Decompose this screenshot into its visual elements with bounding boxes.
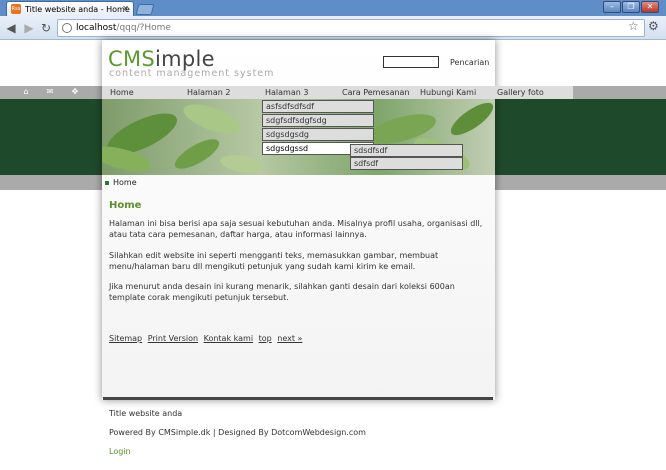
browser-toolbar: ◀ ▶ ↻ localhost/qqq/?Home bbox=[0, 16, 666, 40]
menu-item-halaman-2[interactable]: Halaman 2 bbox=[187, 88, 230, 97]
minimize-button[interactable]: – bbox=[603, 1, 621, 13]
window-close-button[interactable]: ✕ bbox=[641, 1, 659, 13]
submenu-item[interactable]: sdgsdgsdg bbox=[262, 128, 374, 141]
address-bar[interactable]: localhost/qqq/?Home bbox=[57, 19, 645, 37]
bookmark-star-icon[interactable]: ☆ bbox=[628, 19, 639, 33]
wrench-icon[interactable]: ⚙ bbox=[648, 19, 659, 33]
submenu-level2-item[interactable]: sdsdfsdf bbox=[350, 144, 463, 157]
content-paragraph: Silahkan edit website ini seperti mengga… bbox=[109, 251, 439, 271]
page-title: Home bbox=[109, 200, 142, 211]
home-icon[interactable]: ⌂ bbox=[21, 87, 31, 97]
mail-icon[interactable]: ✉ bbox=[45, 87, 55, 97]
menu-item-cara-pemesanan[interactable]: Cara Pemesanan bbox=[342, 88, 410, 97]
sitemap-link[interactable]: Sitemap bbox=[109, 334, 142, 343]
submenu-item[interactable]: sdgfsdfsdgfsdg bbox=[262, 114, 374, 127]
breadcrumb-arrow-icon bbox=[104, 180, 110, 186]
print-version-link[interactable]: Print Version bbox=[148, 334, 198, 343]
content-paragraph: Jika menurut anda desain ini kurang mena… bbox=[109, 282, 455, 302]
globe-icon bbox=[62, 23, 72, 33]
top-link[interactable]: top bbox=[259, 334, 272, 343]
close-icon[interactable]: ✕ bbox=[122, 4, 129, 13]
footer-credits: Powered By CMSimple.dk | Designed By Dot… bbox=[109, 428, 366, 437]
content-paragraph: Halaman ini bisa berisi apa saja sesuai … bbox=[109, 219, 483, 239]
search-button[interactable]: Pencarian bbox=[450, 58, 489, 67]
sitemap-icon[interactable]: ✥ bbox=[70, 87, 80, 97]
rss-icon: Rss bbox=[11, 4, 21, 14]
browser-tab-home[interactable]: Rss Title website anda - Home ✕ bbox=[6, 1, 134, 16]
next-link[interactable]: next » bbox=[277, 334, 302, 343]
menu-item-gallery-foto[interactable]: Gallery foto bbox=[497, 88, 544, 97]
new-tab-button[interactable] bbox=[135, 4, 155, 15]
container-bottom-bar bbox=[103, 397, 493, 400]
site-tagline: content management system bbox=[109, 68, 275, 79]
breadcrumb: Home bbox=[113, 178, 137, 187]
kontak-kami-link[interactable]: Kontak kami bbox=[204, 334, 253, 343]
submenu-item[interactable]: asfsdfsdfsdf bbox=[262, 100, 374, 113]
page-footer-links: Sitemap Print Version Kontak kami top ne… bbox=[109, 334, 305, 343]
menu-item-hubungi-kami[interactable]: Hubungi Kami bbox=[420, 88, 476, 97]
maximize-button[interactable]: ❐ bbox=[622, 1, 640, 13]
footer-site-title: Title website anda bbox=[109, 409, 183, 418]
login-link[interactable]: Login bbox=[109, 447, 131, 456]
search-input[interactable] bbox=[383, 56, 439, 68]
submenu-level2-item[interactable]: sdfsdf bbox=[350, 157, 463, 170]
menu-item-home[interactable]: Home bbox=[110, 88, 134, 97]
forward-arrow-icon[interactable]: ▶ bbox=[21, 20, 37, 36]
menu-item-halaman-3[interactable]: Halaman 3 bbox=[265, 88, 308, 97]
url-text: localhost/qqq/?Home bbox=[76, 23, 171, 33]
tab-title: Title website anda - Home bbox=[25, 5, 130, 14]
back-arrow-icon[interactable]: ◀ bbox=[3, 20, 19, 36]
reload-icon[interactable]: ↻ bbox=[38, 20, 54, 36]
